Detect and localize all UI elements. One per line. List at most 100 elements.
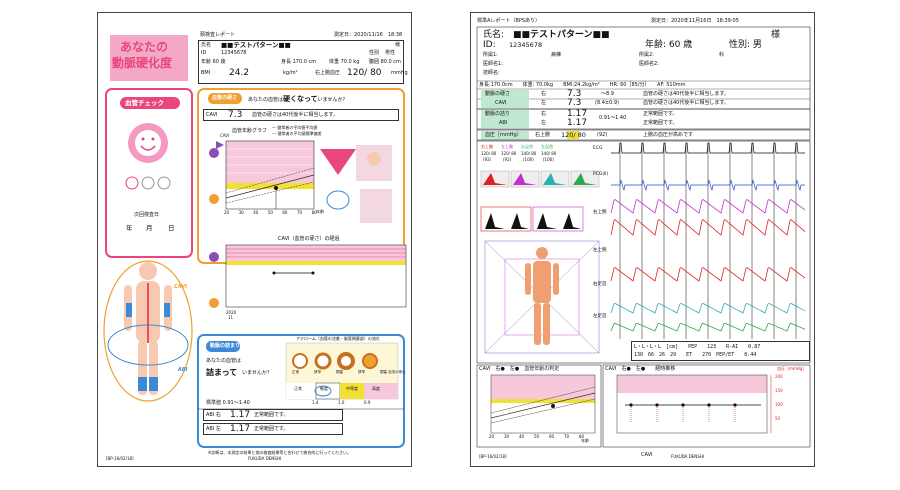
- bp-table-head: 右足首: [521, 144, 533, 149]
- graph1-xtick: 60: [282, 210, 288, 215]
- graph1-title: 血管年齢グラフ: [232, 128, 268, 134]
- height-row: 身長 170.0 cm: [281, 59, 317, 65]
- cavi-range1: 〜8.9: [601, 91, 614, 97]
- age-row: 年齢 60 歳: [201, 59, 226, 65]
- dept-value2: 科: [719, 52, 725, 58]
- report2-sex: 性別: 男: [729, 40, 762, 50]
- stiff-left: 左: [541, 100, 547, 106]
- waveform-area: [610, 142, 806, 339]
- report-title-line2: 動脈硬化度: [112, 56, 173, 70]
- report2-name: 標準Aレポート（BPSあり）: [477, 18, 541, 24]
- stiff-right: 右: [541, 91, 547, 97]
- bp-table-head: 右上腕: [481, 144, 493, 149]
- graph-right-unit: 血圧［mmHg］: [777, 366, 807, 371]
- abi-left-comment: 正常範囲です。: [254, 426, 289, 432]
- athero-title: アテローム（血管の沈着・脈管閉塞部）の流れ: [296, 336, 380, 341]
- next-exam-year: 年: [126, 224, 133, 232]
- graph-right-ytick: 50: [775, 416, 781, 421]
- abi-right-row: ABI 右 1.17 正常範囲です。: [203, 409, 343, 421]
- graph2-title: CAVI（血管の硬さ）の経過: [278, 236, 340, 242]
- wave-label: ECG: [593, 146, 603, 151]
- graph-left-xlabel: 年齢: [581, 438, 589, 443]
- body-abi-label: ABI: [178, 367, 188, 373]
- cavi-result-row: CAVI 7.3 血管の硬さは40代後半に相当します。: [203, 109, 399, 121]
- graph1-axis-age: 年齢: [316, 209, 324, 214]
- patient-name: ■■テストパターン■■: [221, 41, 291, 49]
- graph1-xtick: 70: [297, 210, 303, 215]
- abi-right-comment: 正常範囲です。: [254, 412, 289, 418]
- clog-question-tail: いませんか？: [242, 370, 272, 376]
- report2-footer-id: [BP-16/02/18]: [479, 454, 507, 459]
- face-bad-icon: [157, 176, 171, 190]
- bp-table-value: 140/ 80: [541, 151, 557, 156]
- clog-label: 動脈の詰り: [485, 111, 511, 117]
- footnote: ※診断は、本測定の結果と他の検査結果等と合わせて総合的に行ってください。: [208, 450, 352, 455]
- wave-label: 左上腕: [593, 248, 607, 253]
- graph1-legend2: --- 健常者の平均値標準偏差: [272, 131, 322, 136]
- graph-left-title: CAVI 右● 左● 血管年齢の判定: [479, 366, 560, 372]
- clog-right: 右: [541, 111, 547, 117]
- clog-question1: あなたの血管は: [206, 358, 242, 364]
- athero-category: 中等度: [346, 386, 358, 391]
- bmi-label: BMI: [201, 70, 211, 76]
- bp-table-value: 140/ 80: [521, 151, 537, 156]
- cavi-trend-graph: [209, 244, 407, 308]
- report2-measure-date: 測定日：2020年11月16日 18:39:05: [651, 18, 739, 24]
- athero-stage: 正常: [292, 370, 299, 374]
- athero-stage: 閉塞 血流の停止: [380, 370, 406, 374]
- graph-left-xtick: 20: [489, 434, 495, 439]
- body-cavi-label: CAVI: [174, 284, 187, 290]
- wave-label: 右足首: [593, 282, 607, 287]
- abi-left-value: 1.17: [230, 424, 251, 434]
- report-title-line1: あなたの: [120, 40, 169, 54]
- id-label: ID: [201, 50, 207, 56]
- cavi-trend-chart: [616, 374, 772, 434]
- vitals-line: 身長:170.0cm 体重: 70.0kg BMI:24.2kg/m² HR: …: [479, 82, 686, 88]
- tech-label: 技師名:: [483, 70, 500, 76]
- graph-left-xtick: 30: [504, 434, 510, 439]
- cavi-label: CAVI: [206, 112, 218, 118]
- graph-right-ytick: 150: [775, 388, 783, 393]
- bp-table-mean: (100): [543, 157, 554, 162]
- bp-table-mean: (92): [483, 157, 492, 162]
- abi-label-2: ABI: [499, 120, 508, 126]
- wave-label: 左足首: [593, 314, 607, 319]
- cavi-label-2: CAVI: [495, 100, 507, 106]
- athero-stage: 狭窄: [358, 370, 365, 374]
- waist-row: 腹囲 80.0 cm: [369, 59, 401, 65]
- bp-mean: (92): [597, 132, 608, 138]
- bmi-value: 24.2: [229, 68, 250, 78]
- report-name: 頸検査レポート: [200, 32, 236, 38]
- cavi-comment: 血管の硬さは40代後半に相当します。: [252, 112, 338, 118]
- graph1-xtick: 20: [224, 210, 230, 215]
- body-figure-icon: [103, 260, 193, 402]
- bp-table-value: 120/ 80: [501, 151, 517, 156]
- summary-row2: 130 66 26 29 ET 270 PEP/ET 0.44: [634, 352, 757, 358]
- report-page-simple: あなたの 動脈硬化度 頸検査レポート 測定日：2020/11/16 18:38 …: [97, 12, 412, 467]
- report2-id-label: ID:: [483, 40, 496, 50]
- vascular-age-judgment-graph: [490, 374, 596, 434]
- wave-label: PCG(Ⅱ): [593, 172, 609, 177]
- abi-right-label: ABI 右: [206, 412, 221, 418]
- dept-label1: 所属1:: [483, 52, 498, 58]
- smiling-flower-icon: [128, 123, 168, 163]
- abi-left-row: ABI 左 1.17 正常範囲です。: [203, 423, 343, 435]
- clog-question2: 詰まって: [206, 368, 238, 377]
- bp-comment: 上腕の血圧が高めです: [643, 132, 694, 138]
- bp-table-mean: (100): [523, 157, 534, 162]
- summary-table: L・L・L・L [cm] PEP 123 R-AI 0.87 130 66 26…: [631, 341, 810, 361]
- bmi-unit: kg/m²: [283, 70, 298, 76]
- bp-table-head: 左上腕: [501, 144, 513, 149]
- sex-label: 性別: [369, 50, 380, 56]
- cavi-value: 7.3: [228, 110, 243, 120]
- cavi-comment1: 血管の硬さは40代後半に相当します。: [643, 91, 729, 97]
- abi-range: 0.91〜1.40: [599, 115, 627, 121]
- id-value: 12345678: [221, 50, 247, 56]
- dept-value1: 病棟: [551, 52, 562, 58]
- bp-value: 120/ 80: [347, 68, 382, 78]
- bp-arm: 右上腕: [535, 132, 551, 138]
- name-label: 氏名: [201, 42, 212, 48]
- graph-left-xtick: 40: [519, 434, 525, 439]
- graph1-xtick: 30: [238, 210, 244, 215]
- graph1-legend1: — 健常者の平均値平均値: [272, 125, 318, 130]
